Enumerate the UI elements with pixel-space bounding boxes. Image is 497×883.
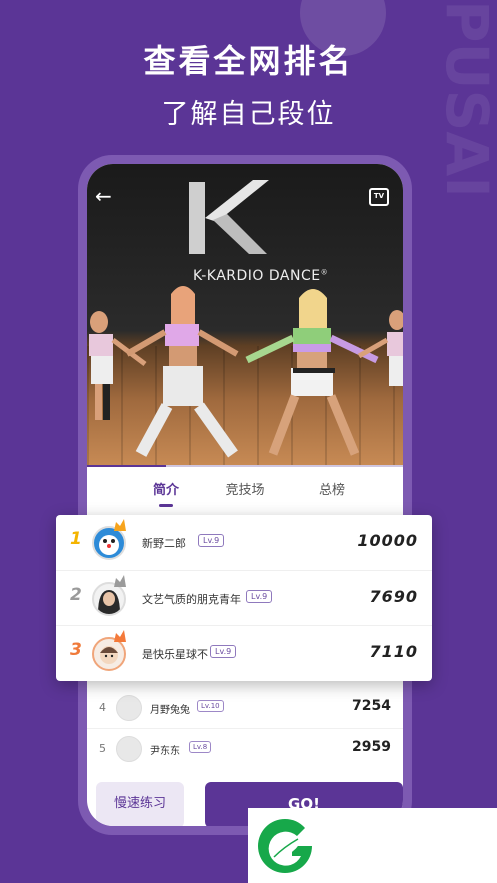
score: 10000	[357, 531, 418, 550]
rank-number: 2	[70, 585, 82, 605]
arrow-left-icon: ←	[95, 184, 112, 208]
user-name: 新野二郎	[142, 537, 186, 550]
k-logo-icon	[189, 180, 269, 254]
cast-tv-button[interactable]: TV	[369, 188, 389, 206]
level-badge: Lv.9	[198, 534, 225, 547]
avatar	[92, 637, 126, 671]
studio-logo-text: K-KARDIO DANCE®	[193, 268, 329, 284]
ranking-row[interactable]: 5 尹东东 Lv.8 2959	[87, 730, 403, 770]
score: 7110	[369, 642, 418, 661]
rank-number: 1	[70, 529, 82, 549]
avatar	[116, 695, 142, 721]
video-progress-fill	[87, 465, 166, 467]
active-tab-indicator	[159, 504, 173, 507]
phone-frame: K-KARDIO DANCE® ← TV 简介 竞技场 总榜 4 月野兔兔 Lv…	[78, 155, 412, 835]
rank-number: 5	[99, 742, 106, 755]
podium-row-first[interactable]: 1 新野二郎 Lv.9 10000	[56, 515, 432, 570]
app-logo-icon	[258, 819, 312, 873]
tv-icon: TV	[373, 192, 385, 200]
rank-number: 3	[70, 640, 82, 660]
tab-arena[interactable]: 竞技场	[225, 479, 264, 498]
podium-row-third[interactable]: 3 是快乐星球不 Lv.9 7110	[56, 625, 432, 680]
back-button[interactable]: ←	[95, 184, 112, 208]
user-name: 月野兔兔	[150, 705, 190, 716]
level-badge: Lv.9	[210, 645, 237, 658]
crown-icon	[114, 630, 126, 642]
slow-practice-button[interactable]: 慢速练习	[96, 782, 184, 826]
page-subtitle: 了解自己段位	[161, 99, 336, 130]
tab-leaderboard[interactable]: 总榜	[319, 479, 345, 498]
crown-icon	[114, 519, 126, 531]
dance-video[interactable]: K-KARDIO DANCE® ← TV	[87, 164, 403, 467]
level-badge: Lv.9	[246, 590, 273, 603]
level-badge: Lv.8	[189, 741, 212, 753]
score: 7690	[369, 587, 418, 606]
dancers-illustration	[89, 286, 403, 458]
tab-intro[interactable]: 简介	[153, 479, 179, 498]
ranking-row[interactable]: 4 月野兔兔 Lv.10 7254	[87, 689, 403, 729]
row-divider	[87, 728, 403, 729]
user-name: 文艺气质的朋克青年	[142, 593, 241, 606]
rank-number: 4	[99, 701, 106, 714]
crown-icon	[114, 575, 126, 587]
top-three-card: 1 新野二郎 Lv.9 10000 2 文艺气质的朋克青年 Lv.9 7690 …	[56, 515, 432, 681]
score: 7254	[352, 698, 391, 714]
score: 2959	[352, 739, 391, 755]
podium-row-second[interactable]: 2 文艺气质的朋克青年 Lv.9 7690	[56, 570, 432, 625]
user-name: 尹东东	[150, 746, 180, 757]
user-name: 是快乐星球不	[142, 648, 208, 661]
avatar	[116, 736, 142, 762]
level-badge: Lv.10	[197, 700, 224, 712]
avatar	[92, 582, 126, 616]
page-title: 查看全网排名	[143, 42, 354, 80]
phone-screen: K-KARDIO DANCE® ← TV 简介 竞技场 总榜 4 月野兔兔 Lv…	[87, 164, 403, 826]
avatar	[92, 526, 126, 560]
tab-bar: 简介 竞技场 总榜	[87, 479, 403, 509]
